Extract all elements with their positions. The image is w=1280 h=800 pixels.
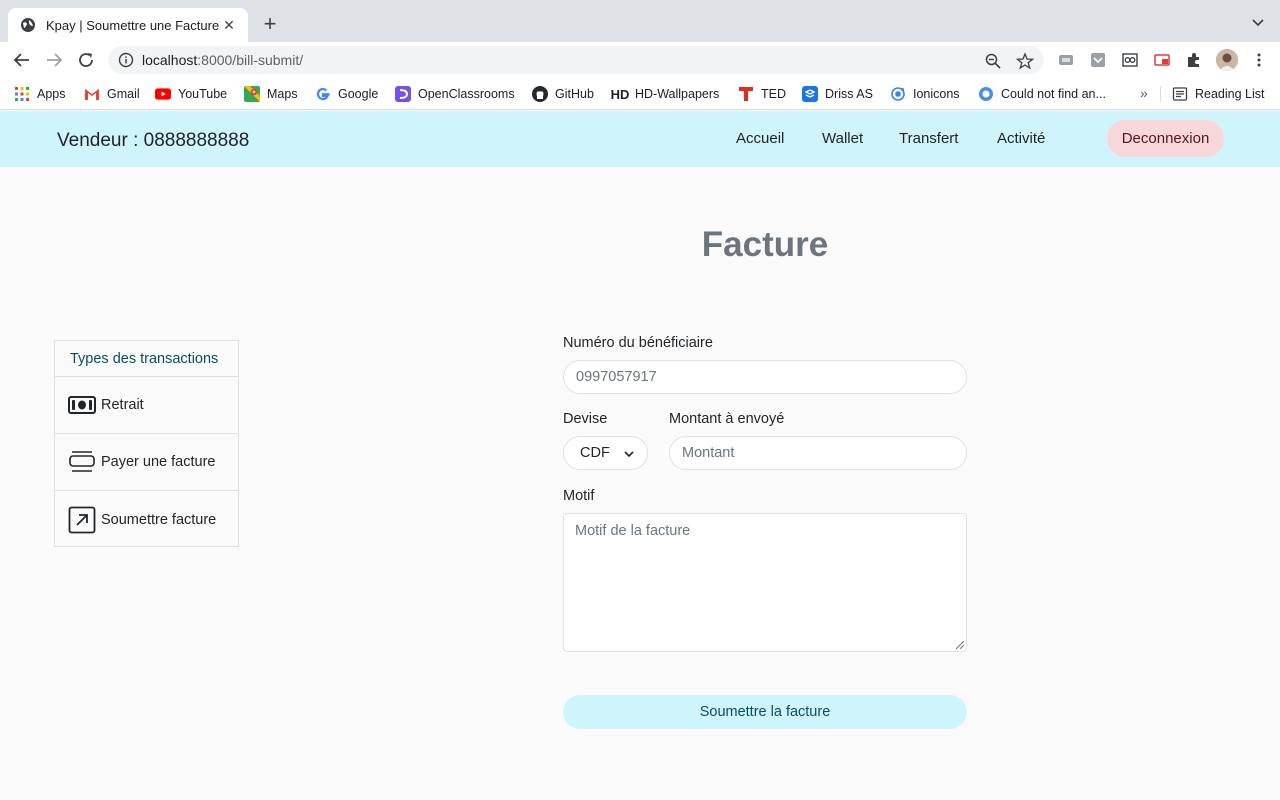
bookmark-star-icon[interactable] <box>1016 52 1034 70</box>
ted-icon <box>738 86 754 102</box>
github-icon <box>532 86 548 102</box>
driss-as-icon <box>802 86 818 102</box>
currency-value: CDF <box>580 445 610 461</box>
globe-icon <box>21 18 35 32</box>
bookmarks-bar: Apps Gmail YouTube Maps Google OpenClass… <box>0 78 1280 110</box>
new-tab-icon[interactable]: + <box>258 11 282 36</box>
bookmark-driss-as[interactable]: Driss AS <box>802 85 873 103</box>
sidebar-heading: Types des transactions <box>55 341 238 377</box>
nav-link-activite[interactable]: Activité <box>997 130 1045 147</box>
extension-screen-icon[interactable] <box>1057 51 1075 69</box>
zoom-icon[interactable] <box>984 52 1002 70</box>
site-info-icon[interactable] <box>118 52 134 68</box>
top-navbar: Vendeur : 0888888888 Accueil Wallet Tran… <box>0 111 1280 167</box>
ionicons-icon <box>890 86 906 102</box>
bookmark-gmail[interactable]: Gmail <box>84 85 140 103</box>
openclassrooms-icon <box>395 86 411 102</box>
bookmark-could-not-find[interactable]: Could not find an... <box>978 85 1106 103</box>
bookmark-ted[interactable]: TED <box>738 85 786 103</box>
motif-placeholder: Motif de la facture <box>575 523 691 539</box>
youtube-icon <box>155 86 171 102</box>
extension-reader-icon[interactable] <box>1121 51 1139 69</box>
page-title: Facture <box>701 225 829 264</box>
sidebar-item-soumettre-facture[interactable]: Soumettre facture <box>55 491 238 548</box>
bookmark-maps[interactable]: Maps <box>244 85 298 103</box>
motif-textarea[interactable]: Motif de la facture <box>563 513 967 652</box>
cash-icon <box>68 392 98 418</box>
reading-list[interactable]: Reading List <box>1172 85 1265 103</box>
bookmarks-overflow-icon[interactable]: » <box>1140 85 1148 101</box>
browser-toolbar: localhost:8000/bill-submit/ <box>0 42 1280 78</box>
currency-label: Devise <box>563 411 608 427</box>
motif-label: Motif <box>563 488 595 504</box>
profile-avatar[interactable] <box>1216 49 1238 71</box>
extensions-puzzle-icon[interactable] <box>1185 51 1203 69</box>
bookmark-google[interactable]: Google <box>315 85 378 103</box>
google-icon <box>315 86 331 102</box>
tab-title: Kpay | Soumettre une Facture <box>46 17 220 33</box>
sidebar-item-payer-facture[interactable]: Payer une facture <box>55 434 238 491</box>
hd-wallpapers-icon: HD <box>610 86 630 102</box>
beneficiary-label: Numéro du bénéficiaire <box>563 335 713 351</box>
sidebar-item-label: Soumettre facture <box>101 511 217 528</box>
extension-pip-icon[interactable] <box>1153 51 1171 69</box>
bookmark-apps[interactable]: Apps <box>14 85 66 103</box>
bookmark-openclassrooms[interactable]: OpenClassrooms <box>395 85 515 103</box>
reload-icon[interactable] <box>74 48 98 72</box>
logout-button[interactable]: Deconnexion <box>1107 120 1224 157</box>
resize-handle-icon[interactable] <box>956 641 964 649</box>
bookmarks-separator <box>1160 86 1161 102</box>
sidebar-item-label: Payer une facture <box>101 454 216 470</box>
forward-icon[interactable] <box>42 48 66 72</box>
address-bar[interactable]: localhost:8000/bill-submit/ <box>108 46 1044 74</box>
bookmark-github[interactable]: GitHub <box>532 85 594 103</box>
chevron-down-icon <box>624 451 634 458</box>
extension-pocket-icon[interactable] <box>1089 51 1107 69</box>
browser-tab[interactable]: Kpay | Soumettre une Facture ✕ <box>8 8 248 42</box>
vendor-brand[interactable]: Vendeur : 0888888888 <box>57 130 249 152</box>
currency-select[interactable]: CDF <box>563 436 648 470</box>
close-tab-icon[interactable]: ✕ <box>220 16 238 34</box>
nav-link-transfert[interactable]: Transfert <box>899 130 958 147</box>
gmail-icon <box>84 86 100 102</box>
submit-bill-button[interactable]: Soumettre la facture <box>563 695 967 729</box>
nav-link-accueil[interactable]: Accueil <box>736 130 784 147</box>
sidebar-item-retrait[interactable]: Retrait <box>55 377 238 434</box>
beneficiary-number-input[interactable]: 0997057917 <box>563 360 967 394</box>
url-text: localhost:8000/bill-submit/ <box>142 52 304 68</box>
amount-label: Montant à envoyé <box>669 411 785 427</box>
transaction-types-panel: Types des transactions Retrait Payer une… <box>54 340 239 547</box>
bill-icon <box>68 449 98 475</box>
arrow-up-right-box-icon <box>68 506 98 533</box>
bookmark-ionicons[interactable]: Ionicons <box>890 85 960 103</box>
sidebar-item-label: Retrait <box>101 397 144 413</box>
bookmark-youtube[interactable]: YouTube <box>155 85 227 103</box>
maps-icon <box>244 86 260 102</box>
bookmark-site-icon <box>978 86 994 102</box>
browser-tabstrip: Kpay | Soumettre une Facture ✕ + <box>0 0 1280 42</box>
bookmark-hd-wallpapers[interactable]: HD HD-Wallpapers <box>610 85 720 103</box>
reading-list-icon <box>1172 86 1188 102</box>
back-icon[interactable] <box>10 48 34 72</box>
browser-menu-icon[interactable] <box>1250 51 1268 69</box>
tab-search-chevron-icon[interactable] <box>1250 14 1266 30</box>
nav-link-wallet[interactable]: Wallet <box>822 130 863 147</box>
amount-input[interactable]: Montant <box>669 436 967 470</box>
apps-grid-icon <box>14 86 30 102</box>
